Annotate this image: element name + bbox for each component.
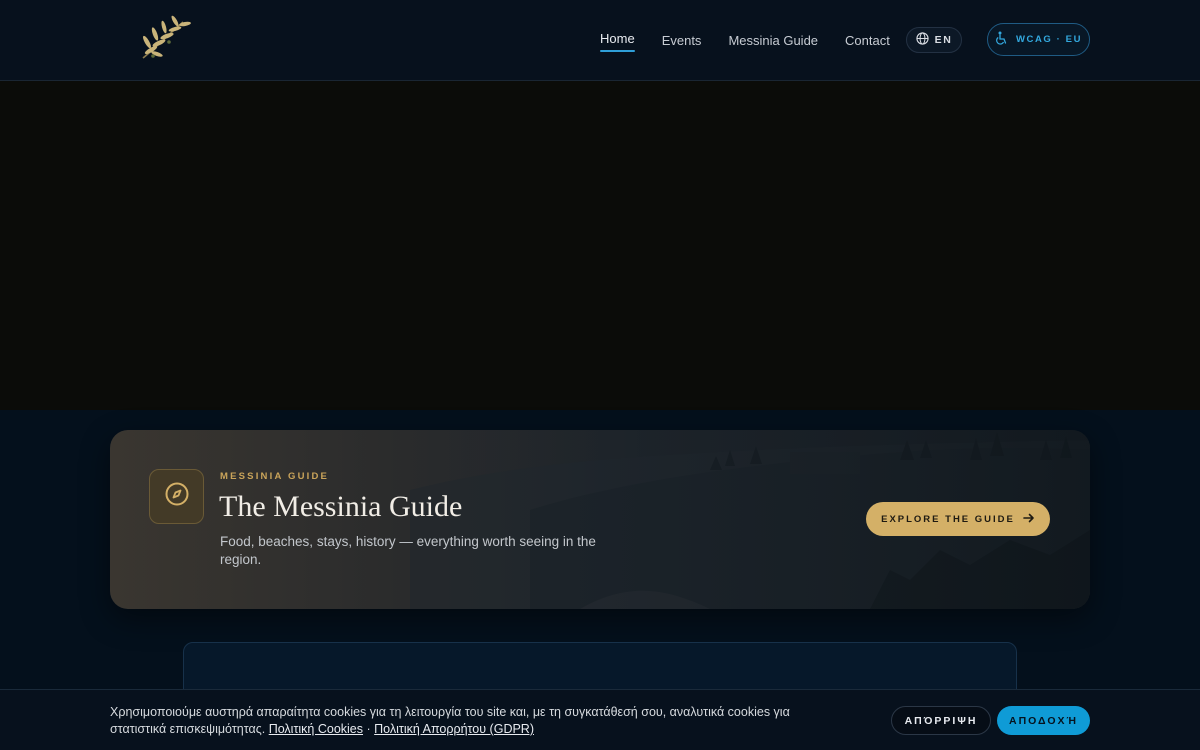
main-nav: Home Events Messinia Guide Contact — [600, 0, 917, 80]
reject-cookies-button[interactable]: ΑΠΌΡΡΙΨΗ — [891, 706, 991, 735]
link-separator: · — [366, 722, 371, 736]
cookie-text: Χρησιμοποιούμε αυστηρά απαραίτητα cookie… — [110, 704, 790, 738]
nav-contact-link[interactable]: Contact — [845, 33, 890, 48]
nav-events-link[interactable]: Events — [662, 33, 702, 48]
messinia-guide-card: MESSINIA GUIDE The Messinia Guide Food, … — [110, 430, 1090, 609]
explore-guide-label: EXPLORE THE GUIDE — [881, 513, 1015, 525]
language-label: EN — [934, 34, 953, 46]
site-header: Home Events Messinia Guide Contact EN WC… — [0, 0, 1200, 81]
arrow-right-icon — [1023, 513, 1035, 526]
cookie-policy-link[interactable]: Πολιτική Cookies — [269, 722, 363, 736]
accessibility-button[interactable]: WCAG · EU — [987, 23, 1090, 56]
hero-section — [0, 81, 1200, 410]
guide-description: Food, beaches, stays, history — everythi… — [220, 534, 596, 567]
nav-messinia-guide-link[interactable]: Messinia Guide — [728, 33, 818, 48]
guide-eyebrow: MESSINIA GUIDE — [220, 471, 330, 482]
privacy-policy-link[interactable]: Πολιτική Απορρήτου (GDPR) — [374, 722, 534, 736]
guide-badge — [149, 469, 204, 524]
nav-home-label: Home — [600, 30, 635, 46]
wcag-label: WCAG · EU — [1015, 34, 1083, 45]
olive-branch-logo[interactable] — [131, 14, 195, 64]
globe-icon — [915, 32, 929, 48]
guide-title: The Messinia Guide — [219, 490, 463, 523]
language-switcher-button[interactable]: EN — [906, 27, 962, 53]
compass-icon — [164, 481, 190, 512]
cookie-consent-bar: Χρησιμοποιούμε αυστηρά απαραίτητα cookie… — [0, 689, 1200, 750]
active-underline — [600, 49, 635, 52]
accessibility-icon — [995, 31, 1008, 48]
nav-home-link[interactable]: Home — [600, 30, 635, 52]
explore-guide-button[interactable]: EXPLORE THE GUIDE — [866, 502, 1050, 536]
accept-cookies-button[interactable]: ΑΠΟΔΟΧΉ — [997, 706, 1090, 735]
